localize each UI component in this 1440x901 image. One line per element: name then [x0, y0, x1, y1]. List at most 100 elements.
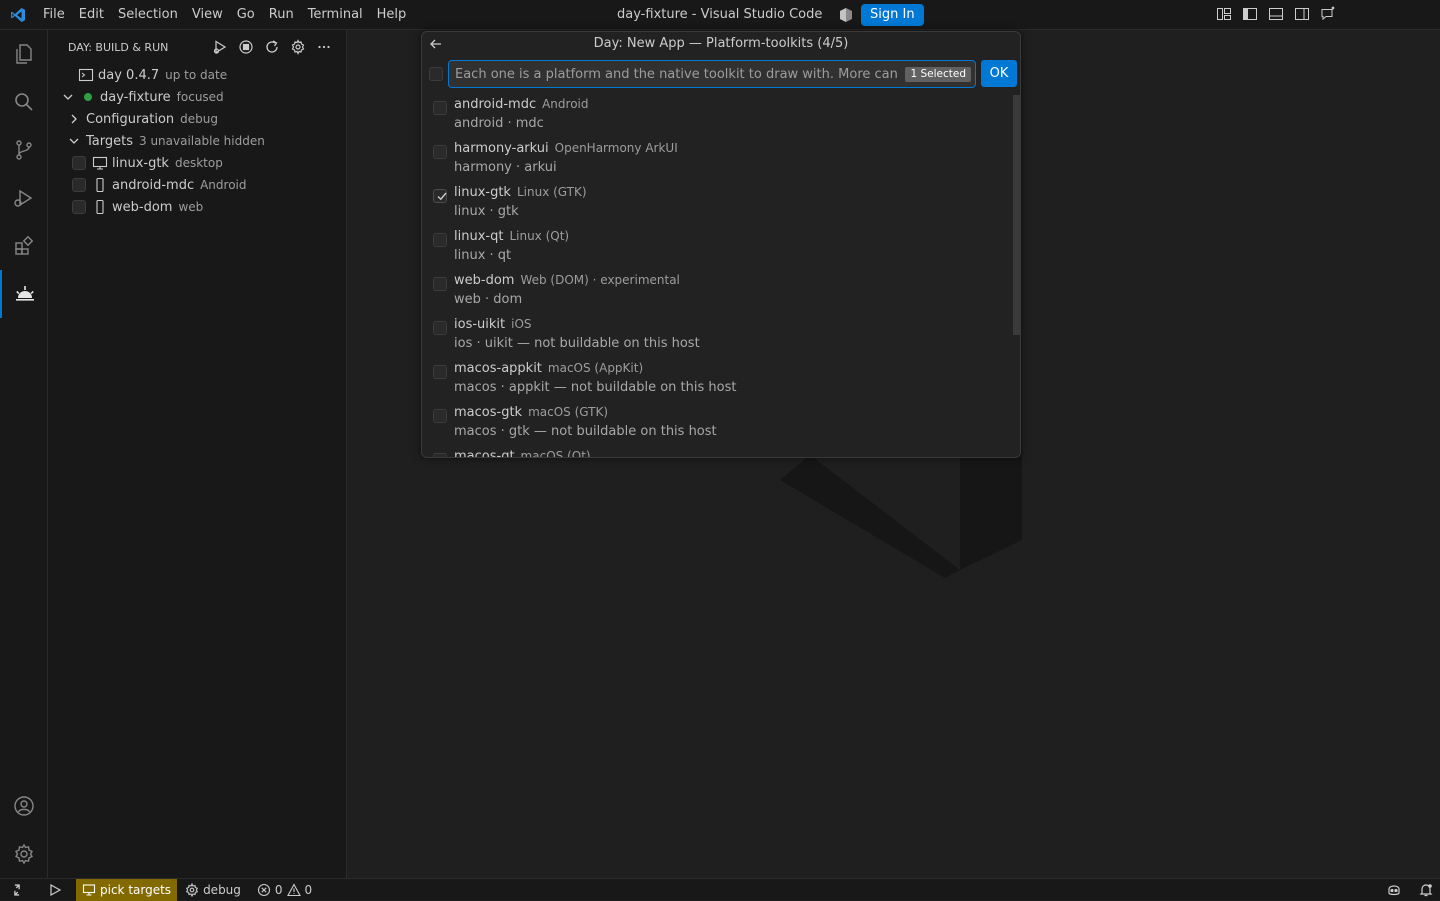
run-debug-icon[interactable]: [0, 174, 48, 222]
list-item[interactable]: macos-appkit macOS (AppKit) macos · appki…: [422, 358, 1012, 402]
vscode-logo-icon: [0, 0, 36, 30]
project-row[interactable]: day-fixture focused: [60, 86, 224, 108]
configuration-label: Configuration: [86, 111, 175, 127]
menu-selection[interactable]: Selection: [111, 0, 185, 30]
project-desc: focused: [176, 90, 224, 104]
desktop-icon: [92, 155, 108, 171]
target-desc: desktop: [174, 156, 223, 170]
target-item[interactable]: android-mdc Android: [72, 174, 247, 196]
run-status-item[interactable]: [34, 879, 72, 901]
window-title: day-fixture - Visual Studio Code: [617, 7, 823, 22]
item-checkbox[interactable]: [433, 321, 447, 335]
target-checkbox[interactable]: [72, 156, 86, 170]
item-checkbox[interactable]: [433, 277, 447, 291]
copilot-icon: [1388, 884, 1400, 895]
error-icon: [257, 883, 270, 896]
menu-run[interactable]: Run: [262, 0, 301, 30]
menu-terminal[interactable]: Terminal: [301, 0, 370, 30]
toolchain-status: up to date: [165, 68, 228, 82]
item-checkbox[interactable]: [433, 233, 447, 247]
problems-status-item[interactable]: 0 0: [247, 879, 318, 901]
quick-pick-input-row: 1 Selected OK: [428, 60, 1018, 88]
quick-pick-filter-input[interactable]: [455, 66, 899, 82]
item-detail: macos · gtk — not buildable on this host: [454, 424, 717, 439]
day-icon[interactable]: [0, 270, 48, 318]
sign-in-button[interactable]: Sign In: [861, 4, 924, 26]
copilot-icon[interactable]: [838, 7, 854, 23]
config-status-item[interactable]: debug: [177, 879, 247, 901]
item-checkbox[interactable]: [433, 453, 447, 457]
target-label: android-mdc: [112, 177, 195, 193]
item-description: macOS (GTK): [528, 405, 609, 419]
list-item[interactable]: android-mdc Android android · mdc: [422, 94, 1012, 138]
menu-go[interactable]: Go: [230, 0, 262, 30]
chevron-down-icon: [66, 133, 82, 149]
settings-gear-icon[interactable]: [290, 39, 306, 55]
toggle-secondary-sidebar-icon[interactable]: [1294, 6, 1310, 22]
gear-icon: [185, 882, 199, 897]
pick-targets-button[interactable]: pick targets: [76, 878, 178, 901]
item-label: macos-gtk: [454, 405, 523, 420]
stop-icon[interactable]: [238, 39, 254, 55]
list-item[interactable]: macos-qt macOS (Qt): [422, 446, 1012, 457]
manage-gear-icon[interactable]: [0, 830, 48, 878]
quick-pick-input[interactable]: 1 Selected: [448, 60, 976, 88]
notifications-item[interactable]: [1412, 879, 1440, 901]
targets-row[interactable]: Targets 3 unavailable hidden: [66, 130, 265, 152]
item-checkbox[interactable]: [433, 365, 447, 379]
run-icon[interactable]: [212, 39, 228, 55]
quick-pick-title-text: Day: New App — Platform-toolkits (4/5): [593, 36, 849, 51]
pick-targets-label: pick targets: [100, 882, 172, 897]
configuration-row[interactable]: Configuration debug: [66, 108, 218, 130]
configuration-desc: debug: [180, 112, 219, 126]
toggle-panel-icon[interactable]: [1268, 6, 1284, 22]
item-checkbox[interactable]: [433, 409, 447, 423]
item-checkbox[interactable]: [433, 189, 447, 203]
list-item[interactable]: linux-gtk Linux (GTK) linux · gtk: [422, 182, 1012, 226]
quick-pick: Day: New App — Platform-toolkits (4/5) 1…: [421, 31, 1021, 458]
refresh-icon[interactable]: [264, 39, 280, 55]
toolchain-row[interactable]: day 0.4.7 up to date: [78, 64, 227, 86]
item-detail: android · mdc: [454, 116, 544, 131]
list-item[interactable]: macos-gtk macOS (GTK) macos · gtk — not b…: [422, 402, 1012, 446]
account-icon[interactable]: [0, 782, 48, 830]
chat-icon[interactable]: [1320, 6, 1336, 22]
search-icon[interactable]: [0, 78, 48, 126]
phone-icon: [92, 199, 108, 215]
remote-icon: [14, 883, 20, 896]
desktop-icon: [82, 883, 96, 896]
play-icon: [50, 883, 62, 896]
menu-edit[interactable]: Edit: [72, 0, 111, 30]
toggle-primary-sidebar-icon[interactable]: [1242, 6, 1258, 22]
menu-file[interactable]: File: [36, 0, 72, 30]
item-label: android-mdc: [454, 97, 537, 112]
item-checkbox[interactable]: [433, 101, 447, 115]
more-actions-icon[interactable]: [316, 39, 332, 55]
list-item[interactable]: ios-uikit iOS ios · uikit — not buildable…: [422, 314, 1012, 358]
target-label: linux-gtk: [112, 155, 169, 171]
list-item[interactable]: harmony-arkui OpenHarmony ArkUI harmony ·…: [422, 138, 1012, 182]
item-checkbox[interactable]: [433, 145, 447, 159]
chevron-right-icon: [66, 111, 82, 127]
menu-help[interactable]: Help: [370, 0, 414, 30]
menu-view[interactable]: View: [185, 0, 230, 30]
remote-indicator[interactable]: [0, 879, 34, 901]
ok-button[interactable]: OK: [981, 60, 1017, 87]
target-checkbox[interactable]: [72, 200, 86, 214]
source-control-icon[interactable]: [0, 126, 48, 174]
quick-pick-title: Day: New App — Platform-toolkits (4/5): [422, 32, 1020, 56]
list-item[interactable]: linux-qt Linux (Qt) linux · qt: [422, 226, 1012, 270]
quick-pick-scrollbar[interactable]: [1013, 95, 1020, 335]
bell-icon: [1419, 883, 1433, 896]
list-item[interactable]: web-dom Web (DOM) · experimental web · do…: [422, 270, 1012, 314]
activity-bar: [0, 30, 48, 878]
target-item[interactable]: linux-gtk desktop: [72, 152, 223, 174]
target-checkbox[interactable]: [72, 178, 86, 192]
back-arrow-icon[interactable]: [428, 36, 444, 52]
toggle-all-checkbox[interactable]: [429, 67, 443, 81]
extensions-icon[interactable]: [0, 222, 48, 270]
customize-layout-icon[interactable]: [1216, 6, 1232, 22]
copilot-status-item[interactable]: [1380, 879, 1412, 901]
explorer-icon[interactable]: [0, 30, 48, 78]
target-item[interactable]: web-dom web: [72, 196, 203, 218]
